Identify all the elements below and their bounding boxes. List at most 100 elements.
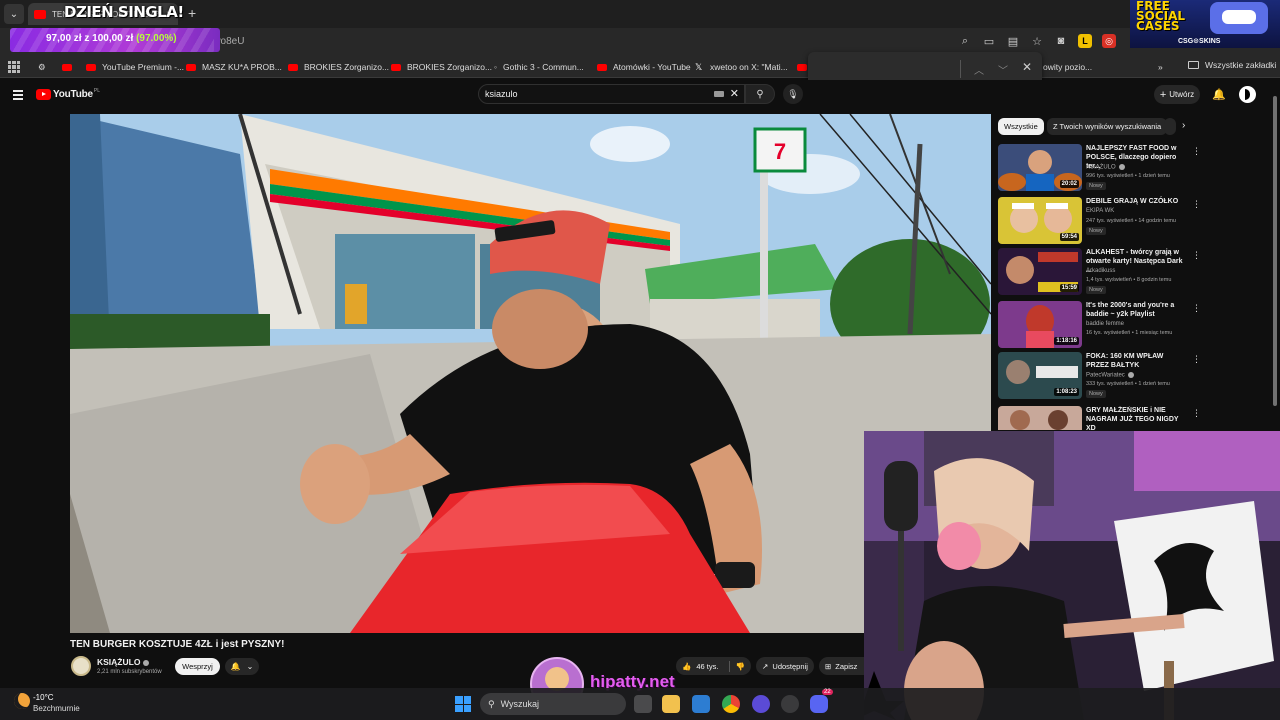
save-button[interactable]: ⊞ Zapisz: [819, 657, 864, 675]
recommendation-thumbnail[interactable]: 15:59: [998, 248, 1082, 295]
channel-avatar[interactable]: [71, 656, 91, 676]
recommendation-item[interactable]: 15:59 ALKAHEST - twórcy grają w otwarte …: [998, 248, 1260, 300]
youtube-logo[interactable]: YouTube PL: [36, 88, 100, 100]
recommendation-meta: 996 tys. wyświetleń • 1 dzień temu: [1086, 173, 1170, 179]
microsoft-store-icon[interactable]: [692, 695, 710, 713]
apps-grid-icon[interactable]: [8, 61, 20, 73]
recommendation-title[interactable]: It's the 2000's and you're a baddie ~ y2…: [1086, 301, 1186, 319]
recommendation-item[interactable]: 1:18:16 It's the 2000's and you're a bad…: [998, 301, 1260, 353]
taskbar-search-field[interactable]: ⚲ Wyszukaj: [480, 693, 626, 715]
bookmark-item[interactable]: YouTube Premium -...: [86, 60, 184, 74]
voice-search-button[interactable]: 🎙: [783, 84, 803, 104]
recommendation-title[interactable]: FOKA: 160 KM WPŁAW PRZEZ BAŁTYK: [1086, 352, 1186, 370]
notifications-bell-icon[interactable]: 🔔: [1212, 88, 1226, 101]
reader-mode-icon[interactable]: ▤: [1006, 34, 1020, 48]
recommendation-channel[interactable]: KSIĄŻULO: [1086, 164, 1125, 171]
bookmark-item[interactable]: MASZ KU*A PROB...: [186, 60, 282, 74]
sponsor-ad-banner: FREE SOCIAL CASES CSG⊙SKINS: [1130, 0, 1280, 48]
share-button[interactable]: ↗ Udostępnij: [756, 657, 814, 675]
thumbs-down-icon[interactable]: 👎: [735, 662, 744, 671]
bookmark-settings[interactable]: ⚙: [38, 60, 46, 74]
chrome-icon[interactable]: [722, 695, 740, 713]
create-button[interactable]: + Utwórz: [1154, 85, 1200, 104]
recommendation-thumbnail[interactable]: 1:18:16: [998, 301, 1082, 348]
recommendation-channel[interactable]: PatecWariatec: [1086, 372, 1134, 379]
youtube-play-icon: [36, 89, 51, 100]
new-tab-button[interactable]: +: [188, 5, 196, 21]
bookmark-item[interactable]: owity pozio...: [1043, 60, 1092, 74]
recommendation-thumbnail[interactable]: 1:08:23: [998, 352, 1082, 399]
bookmark-star-icon[interactable]: ☆: [1030, 34, 1044, 48]
bookmark-item[interactable]: 𝕏xwetoo on X: "Mati...: [695, 60, 788, 74]
account-avatar[interactable]: [1239, 86, 1256, 103]
start-button[interactable]: [455, 696, 471, 712]
bookmark-label: MASZ KU*A PROB...: [202, 62, 282, 72]
bookmark-item[interactable]: BROKIES Zorganizo...: [288, 60, 389, 74]
chip-all[interactable]: Wszystkie: [998, 118, 1044, 135]
bookmark-item[interactable]: Atomówki - YouTube: [597, 60, 691, 74]
chevron-down-icon[interactable]: ﹀: [998, 62, 1008, 77]
more-options-icon[interactable]: ⋮: [1192, 408, 1201, 419]
recommendation-channel[interactable]: EKIPA WK: [1086, 208, 1114, 214]
recommendation-channel[interactable]: baddie femme: [1086, 321, 1124, 327]
extension-yellow-icon[interactable]: L: [1078, 34, 1092, 48]
recommendation-title[interactable]: DEBILE GRAJĄ W CZÓŁKO: [1086, 197, 1186, 206]
recommendation-channel[interactable]: Arkadikuss: [1086, 268, 1115, 274]
notification-settings-button[interactable]: 🔔 ⌄: [225, 658, 259, 675]
thumbs-up-icon[interactable]: 👍: [682, 662, 691, 671]
search-button[interactable]: ⚲: [745, 84, 775, 104]
more-options-icon[interactable]: ⋮: [1192, 303, 1201, 314]
cast-icon[interactable]: ▭: [982, 34, 996, 48]
support-button[interactable]: Wesprzyj: [175, 658, 220, 675]
bookmark-item[interactable]: ◦ Gothic 3 - Commun...: [494, 60, 584, 74]
extension-red-icon[interactable]: ◎: [1102, 34, 1116, 48]
moon-weather-icon[interactable]: [14, 693, 30, 709]
recommendation-item[interactable]: GRY MAŁŻEŃSKIE i NIE NAGRAM JUŻ TEGO NIG…: [998, 406, 1260, 430]
more-options-icon[interactable]: ⋮: [1192, 250, 1201, 261]
recommendation-item[interactable]: 1:08:23 FOKA: 160 KM WPŁAW PRZEZ BAŁTYK …: [998, 352, 1260, 404]
more-bookmarks-button[interactable]: »: [1158, 60, 1163, 74]
recommendation-item[interactable]: 20:02 NAJLEPSZY FAST FOOD w POLSCE, dlac…: [998, 144, 1260, 196]
app-circle-icon[interactable]: [752, 695, 770, 713]
more-options-icon[interactable]: ⋮: [1192, 146, 1201, 157]
close-icon[interactable]: ✕: [1022, 60, 1032, 74]
all-bookmarks-button[interactable]: Wszystkie zakładki: [1188, 60, 1276, 70]
keyboard-icon[interactable]: [714, 91, 724, 97]
file-explorer-icon[interactable]: [662, 695, 680, 713]
youtube-favicon-icon: [86, 63, 96, 71]
recommendation-item[interactable]: 59:54 DEBILE GRAJĄ W CZÓŁKO EKIPA WK 247…: [998, 197, 1260, 249]
zoom-icon[interactable]: ⌕: [958, 34, 972, 48]
bookmark-label: BROKIES Zorganizo...: [304, 62, 390, 72]
clear-search-icon[interactable]: ✕: [730, 87, 739, 100]
chip-more[interactable]: [1164, 118, 1176, 135]
weather-temperature[interactable]: -10°C: [33, 693, 54, 702]
webcam-frame: [864, 431, 1280, 720]
task-view-icon[interactable]: [634, 695, 652, 713]
thumbnail-image: [998, 406, 1082, 430]
recommendation-thumbnail[interactable]: 59:54: [998, 197, 1082, 244]
chip-from-search[interactable]: Z Twoich wyników wyszukiwania: [1047, 118, 1168, 135]
search-input[interactable]: ksiazulo ✕: [478, 84, 745, 104]
recommendation-title[interactable]: GRY MAŁŻEŃSKIE i NIE NAGRAM JUŻ TEGO NIG…: [1086, 406, 1186, 430]
like-count[interactable]: 46 tys.: [696, 662, 718, 671]
recommendation-thumbnail[interactable]: [998, 406, 1082, 430]
steam-icon[interactable]: [781, 695, 799, 713]
channel-name[interactable]: KSIĄŻULO: [97, 657, 150, 667]
menu-icon[interactable]: [13, 90, 23, 102]
chevron-right-icon[interactable]: ›: [1182, 120, 1185, 131]
extension-camera-icon[interactable]: ◙: [1054, 34, 1068, 48]
discord-icon[interactable]: 22: [810, 689, 833, 713]
recommendation-thumbnail[interactable]: 20:02: [998, 144, 1082, 191]
video-player[interactable]: 7: [70, 114, 991, 633]
video-duration: 20:02: [1059, 180, 1079, 188]
more-options-icon[interactable]: ⋮: [1192, 199, 1201, 210]
verified-icon: [143, 659, 150, 666]
weather-description[interactable]: Bezchmurnie: [33, 704, 80, 713]
more-options-icon[interactable]: ⋮: [1192, 354, 1201, 365]
tab-search-button[interactable]: ⌄: [4, 4, 24, 24]
bookmark-item[interactable]: BROKIES Zorganizo...: [391, 60, 492, 74]
chevron-up-icon[interactable]: ︿: [974, 62, 984, 77]
bookmark-item[interactable]: [62, 60, 78, 74]
page-scrollbar-thumb[interactable]: [1273, 96, 1277, 406]
url-field[interactable]: YEwo8eU: [200, 32, 960, 52]
